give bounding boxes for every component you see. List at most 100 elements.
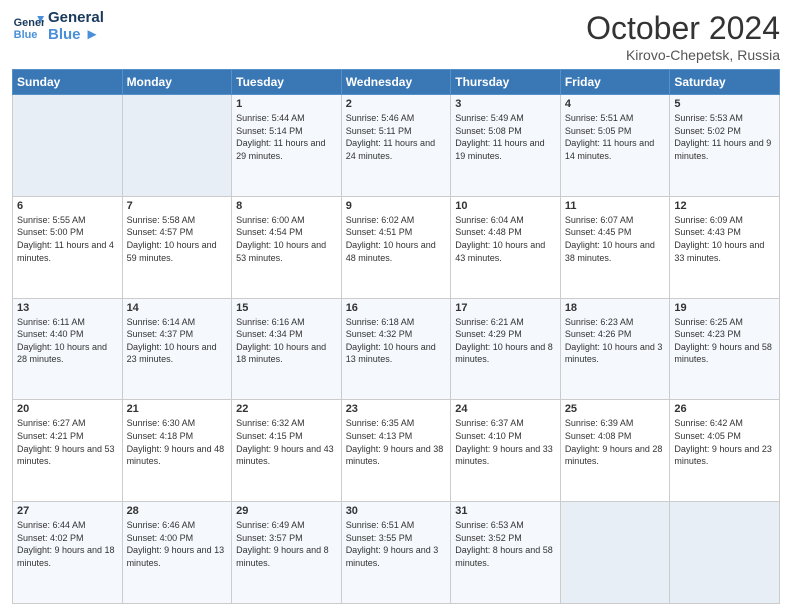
svg-text:Blue: Blue	[14, 28, 38, 40]
calendar-cell	[670, 502, 780, 604]
calendar-cell: 18 Sunrise: 6:23 AMSunset: 4:26 PMDayligh…	[560, 298, 670, 400]
calendar-cell: 26 Sunrise: 6:42 AMSunset: 4:05 PMDayligh…	[670, 400, 780, 502]
date-number: 23	[346, 403, 447, 415]
cell-info: Sunrise: 6:18 AMSunset: 4:32 PMDaylight:…	[346, 316, 447, 366]
cell-info: Sunrise: 5:46 AMSunset: 5:11 PMDaylight:…	[346, 112, 447, 162]
cell-info: Sunrise: 6:11 AMSunset: 4:40 PMDaylight:…	[17, 316, 118, 366]
calendar-cell: 25 Sunrise: 6:39 AMSunset: 4:08 PMDayligh…	[560, 400, 670, 502]
calendar-cell: 13 Sunrise: 6:11 AMSunset: 4:40 PMDayligh…	[13, 298, 123, 400]
day-header-tuesday: Tuesday	[232, 70, 342, 95]
date-number: 15	[236, 302, 337, 314]
calendar-cell: 2 Sunrise: 5:46 AMSunset: 5:11 PMDaylight…	[341, 95, 451, 197]
cell-info: Sunrise: 6:04 AMSunset: 4:48 PMDaylight:…	[455, 214, 556, 264]
calendar-cell: 10 Sunrise: 6:04 AMSunset: 4:48 PMDayligh…	[451, 196, 561, 298]
date-number: 11	[565, 200, 666, 212]
date-number: 20	[17, 403, 118, 415]
calendar-cell: 3Sunrise: 5:49 AMSunset: 5:08 PMDaylight…	[451, 95, 561, 197]
date-number: 2	[346, 98, 447, 110]
date-number: 25	[565, 403, 666, 415]
date-number: 7	[127, 200, 228, 212]
cell-info: Sunrise: 6:23 AMSunset: 4:26 PMDaylight:…	[565, 316, 666, 366]
calendar-cell: 15 Sunrise: 6:16 AMSunset: 4:34 PMDayligh…	[232, 298, 342, 400]
cell-info: Sunrise: 6:07 AMSunset: 4:45 PMDaylight:…	[565, 214, 666, 264]
day-header-thursday: Thursday	[451, 70, 561, 95]
day-header-saturday: Saturday	[670, 70, 780, 95]
date-number: 1	[236, 98, 337, 110]
cell-info: Sunrise: 6:51 AMSunset: 3:55 PMDaylight:…	[346, 519, 447, 569]
calendar-cell: 22Sunrise: 6:32 AMSunset: 4:15 PMDayligh…	[232, 400, 342, 502]
calendar-subtitle: Kirovo-Chepetsk, Russia	[586, 47, 780, 63]
date-number: 27	[17, 505, 118, 517]
date-number: 12	[674, 200, 775, 212]
date-number: 24	[455, 403, 556, 415]
logo-icon: General Blue	[12, 11, 44, 43]
calendar-cell: 1 Sunrise: 5:44 AMSunset: 5:14 PMDaylight…	[232, 95, 342, 197]
calendar-cell: 6Sunrise: 5:55 AMSunset: 5:00 PMDaylight…	[13, 196, 123, 298]
cell-info: Sunrise: 6:39 AMSunset: 4:08 PMDaylight:…	[565, 417, 666, 467]
day-header-sunday: Sunday	[13, 70, 123, 95]
day-header-friday: Friday	[560, 70, 670, 95]
calendar-cell: 24Sunrise: 6:37 AMSunset: 4:10 PMDayligh…	[451, 400, 561, 502]
cell-info: Sunrise: 6:49 AMSunset: 3:57 PMDaylight:…	[236, 519, 337, 569]
cell-info: Sunrise: 6:02 AMSunset: 4:51 PMDaylight:…	[346, 214, 447, 264]
calendar-title: October 2024	[586, 10, 780, 47]
date-number: 29	[236, 505, 337, 517]
cell-info: Sunrise: 6:09 AMSunset: 4:43 PMDaylight:…	[674, 214, 775, 264]
calendar-cell	[122, 95, 232, 197]
cell-info: Sunrise: 6:30 AMSunset: 4:18 PMDaylight:…	[127, 417, 228, 467]
calendar-cell: 17Sunrise: 6:21 AMSunset: 4:29 PMDayligh…	[451, 298, 561, 400]
cell-info: Sunrise: 5:51 AMSunset: 5:05 PMDaylight:…	[565, 112, 666, 162]
week-row-4: 20Sunrise: 6:27 AMSunset: 4:21 PMDayligh…	[13, 400, 780, 502]
cell-info: Sunrise: 6:46 AMSunset: 4:00 PMDaylight:…	[127, 519, 228, 569]
cell-info: Sunrise: 6:35 AMSunset: 4:13 PMDaylight:…	[346, 417, 447, 467]
cell-info: Sunrise: 6:44 AMSunset: 4:02 PMDaylight:…	[17, 519, 118, 569]
calendar-cell: 20Sunrise: 6:27 AMSunset: 4:21 PMDayligh…	[13, 400, 123, 502]
calendar-table: SundayMondayTuesdayWednesdayThursdayFrid…	[12, 69, 780, 604]
week-row-3: 13 Sunrise: 6:11 AMSunset: 4:40 PMDayligh…	[13, 298, 780, 400]
calendar-cell: 12 Sunrise: 6:09 AMSunset: 4:43 PMDayligh…	[670, 196, 780, 298]
week-row-5: 27 Sunrise: 6:44 AMSunset: 4:02 PMDayligh…	[13, 502, 780, 604]
calendar-cell: 5 Sunrise: 5:53 AMSunset: 5:02 PMDaylight…	[670, 95, 780, 197]
logo-general: General	[48, 10, 104, 27]
calendar-header-row: SundayMondayTuesdayWednesdayThursdayFrid…	[13, 70, 780, 95]
cell-info: Sunrise: 5:49 AMSunset: 5:08 PMDaylight:…	[455, 112, 556, 162]
calendar-cell: 9 Sunrise: 6:02 AMSunset: 4:51 PMDaylight…	[341, 196, 451, 298]
calendar-cell	[13, 95, 123, 197]
cell-info: Sunrise: 6:53 AMSunset: 3:52 PMDaylight:…	[455, 519, 556, 569]
date-number: 26	[674, 403, 775, 415]
date-number: 9	[346, 200, 447, 212]
date-number: 14	[127, 302, 228, 314]
calendar-cell: 16 Sunrise: 6:18 AMSunset: 4:32 PMDayligh…	[341, 298, 451, 400]
week-row-2: 6Sunrise: 5:55 AMSunset: 5:00 PMDaylight…	[13, 196, 780, 298]
date-number: 19	[674, 302, 775, 314]
calendar-cell: 21 Sunrise: 6:30 AMSunset: 4:18 PMDayligh…	[122, 400, 232, 502]
cell-info: Sunrise: 5:44 AMSunset: 5:14 PMDaylight:…	[236, 112, 337, 162]
cell-info: Sunrise: 6:25 AMSunset: 4:23 PMDaylight:…	[674, 316, 775, 366]
calendar-cell: 19 Sunrise: 6:25 AMSunset: 4:23 PMDayligh…	[670, 298, 780, 400]
calendar-cell: 8 Sunrise: 6:00 AMSunset: 4:54 PMDaylight…	[232, 196, 342, 298]
cell-info: Sunrise: 6:16 AMSunset: 4:34 PMDaylight:…	[236, 316, 337, 366]
date-number: 22	[236, 403, 337, 415]
date-number: 10	[455, 200, 556, 212]
date-number: 16	[346, 302, 447, 314]
date-number: 6	[17, 200, 118, 212]
calendar-cell	[560, 502, 670, 604]
date-number: 18	[565, 302, 666, 314]
calendar-cell: 14Sunrise: 6:14 AMSunset: 4:37 PMDayligh…	[122, 298, 232, 400]
date-number: 13	[17, 302, 118, 314]
cell-info: Sunrise: 5:53 AMSunset: 5:02 PMDaylight:…	[674, 112, 775, 162]
cell-info: Sunrise: 6:21 AMSunset: 4:29 PMDaylight:…	[455, 316, 556, 366]
calendar-cell: 23 Sunrise: 6:35 AMSunset: 4:13 PMDayligh…	[341, 400, 451, 502]
calendar-cell: 29 Sunrise: 6:49 AMSunset: 3:57 PMDayligh…	[232, 502, 342, 604]
date-number: 31	[455, 505, 556, 517]
date-number: 4	[565, 98, 666, 110]
page-header: General Blue General Blue ► October 2024…	[12, 10, 780, 63]
title-block: October 2024 Kirovo-Chepetsk, Russia	[586, 10, 780, 63]
date-number: 21	[127, 403, 228, 415]
cell-info: Sunrise: 6:42 AMSunset: 4:05 PMDaylight:…	[674, 417, 775, 467]
date-number: 5	[674, 98, 775, 110]
cell-info: Sunrise: 5:58 AMSunset: 4:57 PMDaylight:…	[127, 214, 228, 264]
calendar-cell: 30Sunrise: 6:51 AMSunset: 3:55 PMDayligh…	[341, 502, 451, 604]
date-number: 8	[236, 200, 337, 212]
cell-info: Sunrise: 6:00 AMSunset: 4:54 PMDaylight:…	[236, 214, 337, 264]
